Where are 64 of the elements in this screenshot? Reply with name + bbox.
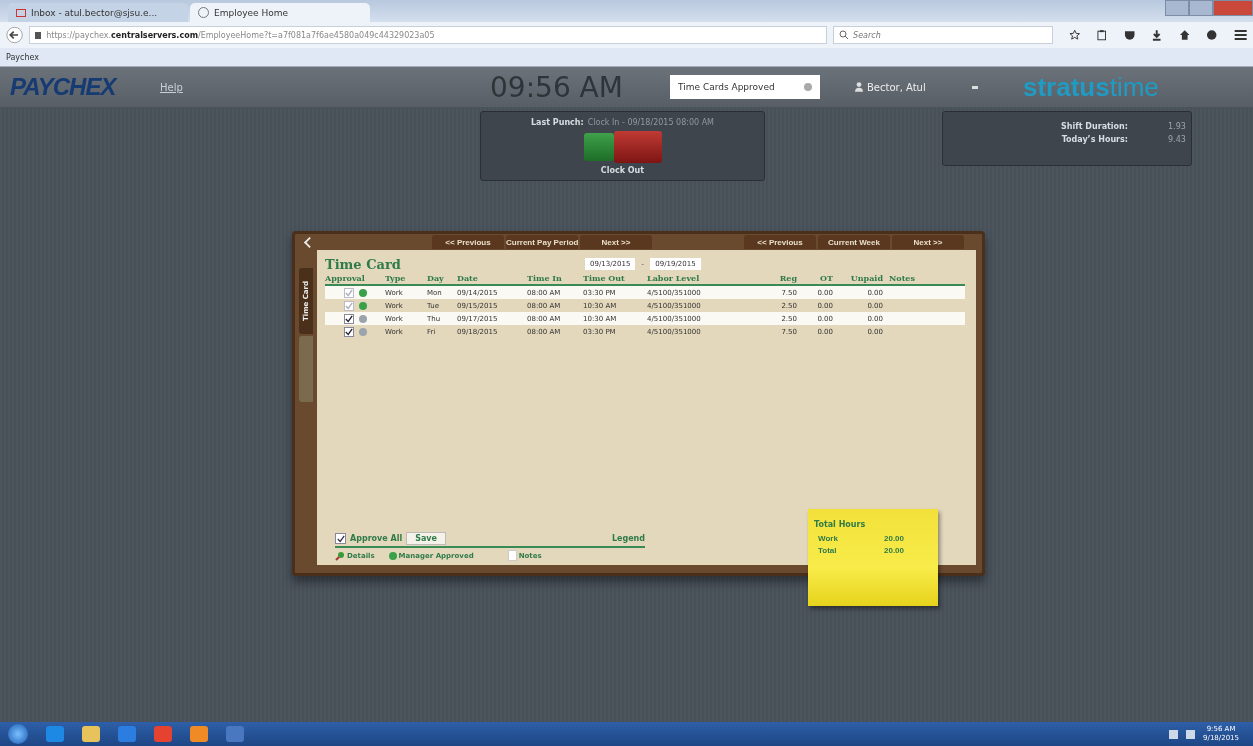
approve-all-label: Approve All <box>350 534 403 543</box>
stratustime-logo: stratustime <box>1023 71 1159 103</box>
total-hours-title: Total Hours <box>814 520 866 529</box>
back-icon[interactable] <box>6 26 24 44</box>
column-header: Approval <box>325 273 366 283</box>
legend-title: Legend <box>611 534 645 543</box>
star-icon[interactable] <box>1069 29 1081 41</box>
approved-dot <box>388 551 397 560</box>
last-punch-label: Last Punch: <box>530 118 584 127</box>
column-header: Day <box>427 273 445 283</box>
search-icon <box>839 30 850 40</box>
help-link[interactable]: Help <box>150 81 490 93</box>
hours-label: Shift Duration: <box>1060 121 1128 133</box>
notification-text: Time Cards Approved <box>678 82 775 92</box>
column-header: Date <box>457 273 479 283</box>
user-name[interactable]: Bector, Atul <box>867 81 972 93</box>
period-nav-button[interactable]: Next >> <box>580 235 652 249</box>
week-nav-button[interactable]: Current Week <box>818 235 890 249</box>
column-header: Time Out <box>583 273 626 283</box>
browser-tab[interactable]: Employee Home <box>190 3 370 22</box>
hours-label: Today’s Hours: <box>1060 134 1128 146</box>
period-nav-button[interactable]: << Previous <box>432 235 504 249</box>
magnifier-icon <box>335 550 345 561</box>
approval-checkbox[interactable] <box>343 326 354 337</box>
time-card-title: Time Card <box>325 256 402 272</box>
approve-all-checkbox[interactable] <box>335 533 346 544</box>
total-label: Work <box>818 534 839 543</box>
hours-value: 1.93 <box>1167 121 1186 133</box>
total-value: 20.00 <box>884 534 905 543</box>
browser-tab[interactable]: Inbox - atul.bector@sjsu.e... <box>8 3 188 22</box>
column-header: Type <box>385 273 407 283</box>
column-header: Reg <box>778 273 798 283</box>
start-button[interactable] <box>8 724 28 744</box>
total-value: 20.00 <box>884 546 905 555</box>
save-button[interactable]: Save <box>406 532 446 545</box>
column-header: Unpaid <box>849 273 884 283</box>
column-header: Time In <box>527 273 563 283</box>
address-field[interactable]: https://paychex.centralservers.com/EmployeeHome?t=a7f081a7f6ae4580a049c44329023a05 <box>29 26 828 44</box>
week-nav-button[interactable]: Next >> <box>892 235 964 249</box>
total-label: Total <box>818 546 838 555</box>
column-header: Notes <box>889 273 916 283</box>
clock-in-button[interactable] <box>583 133 614 161</box>
column-header: OT <box>819 273 834 283</box>
column-header: Labor Level <box>647 273 701 283</box>
approval-checkbox[interactable] <box>343 313 354 324</box>
search-field[interactable]: Search <box>833 26 1053 44</box>
clock-out-label: Clock Out <box>600 166 645 175</box>
week-nav-button[interactable]: << Previous <box>744 235 816 249</box>
menu-icon[interactable] <box>1233 29 1247 41</box>
mail-icon <box>16 8 26 17</box>
clipboard-icon[interactable] <box>1096 29 1108 41</box>
hours-value: 9.43 <box>1167 134 1186 146</box>
clock-time: 09:56 AM <box>490 70 624 104</box>
note-icon <box>507 550 517 561</box>
close-icon[interactable] <box>804 83 812 91</box>
paychex-logo: PAYCHEX <box>10 73 119 101</box>
bookmark[interactable]: Paychex <box>6 52 40 62</box>
period-nav-button[interactable]: Current Pay Period <box>506 235 578 249</box>
last-punch-value: Clock In - 09/18/2015 08:00 AM <box>587 118 715 127</box>
user-icon <box>855 82 863 92</box>
home-icon[interactable] <box>1178 29 1191 41</box>
date-separator: - <box>641 259 645 269</box>
dropdown-icon[interactable] <box>972 85 978 89</box>
download-icon[interactable] <box>1151 29 1163 41</box>
